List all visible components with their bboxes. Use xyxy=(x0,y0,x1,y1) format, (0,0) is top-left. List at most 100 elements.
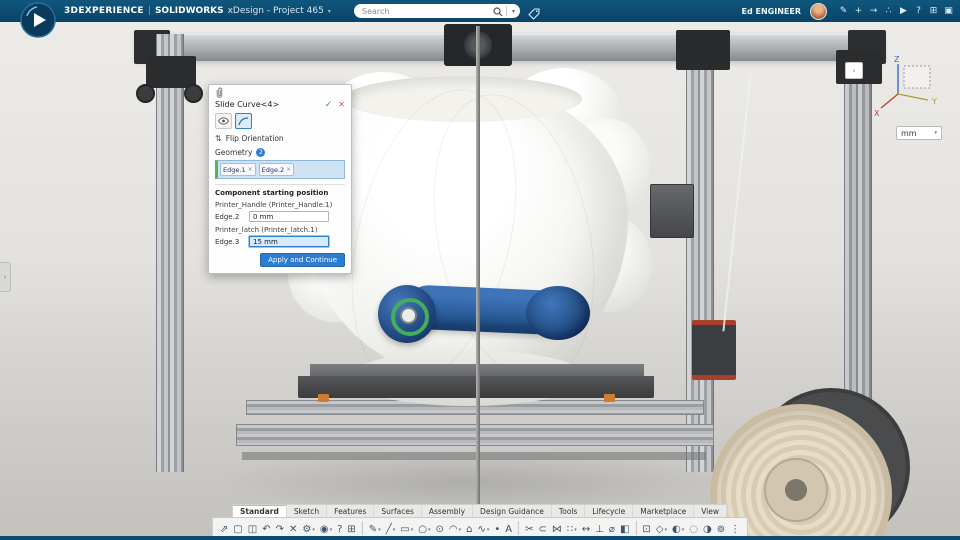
flip-icon[interactable]: ⇅ xyxy=(215,134,222,143)
geometry-selection-box[interactable]: Edge.1× Edge.2× xyxy=(215,160,345,179)
view-orientation-icon[interactable]: ◇▾ xyxy=(654,519,669,537)
flip-orientation-label[interactable]: Flip Orientation xyxy=(226,134,284,143)
brand-separator: | xyxy=(148,6,151,16)
export-icon[interactable]: → xyxy=(866,0,881,22)
apps-grid-icon[interactable]: ⊞ xyxy=(926,0,941,22)
shaded-view-icon[interactable]: ◐▾ xyxy=(670,519,686,537)
show-hide-icon[interactable] xyxy=(215,113,232,129)
roller-wheel xyxy=(184,84,203,103)
paperclip-icon[interactable] xyxy=(215,87,224,100)
units-caret-icon: ▾ xyxy=(934,130,937,136)
section-title: Component starting position xyxy=(215,189,345,197)
selection-chip-edge2[interactable]: Edge.2× xyxy=(259,163,295,176)
offset-icon[interactable]: ⊂ xyxy=(537,519,549,537)
new-document-icon[interactable]: ▢ xyxy=(231,519,244,537)
spline-icon[interactable]: ∿▾ xyxy=(475,519,491,537)
redo-icon[interactable]: ↷ xyxy=(274,519,286,537)
snapshot-icon[interactable]: ⊚ xyxy=(715,519,727,537)
apply-and-continue-button[interactable]: Apply and Continue xyxy=(260,253,345,267)
user-avatar[interactable] xyxy=(810,3,827,20)
share-icon[interactable]: ∴ xyxy=(881,0,896,22)
selection-chip-edge1[interactable]: Edge.1× xyxy=(220,163,256,176)
rectangle-icon[interactable]: ▭▾ xyxy=(398,519,415,537)
compass-icon[interactable] xyxy=(20,2,56,38)
help-icon[interactable]: ? xyxy=(911,0,926,22)
add-icon[interactable]: + xyxy=(851,0,866,22)
geometry-row: Geometry 2 xyxy=(215,146,345,159)
undo-icon[interactable]: ↶ xyxy=(260,519,272,537)
help-tool-icon[interactable]: ? xyxy=(335,519,344,537)
extruder-motor xyxy=(692,320,736,380)
plate-clip xyxy=(604,394,615,402)
table-icon[interactable]: ⊞ xyxy=(345,519,357,537)
trim-icon[interactable]: ✂ xyxy=(523,519,535,537)
more-tools-icon[interactable]: ⋮ xyxy=(728,519,742,537)
topbar-right-cluster: Ed ENGINEER ✎+→∴▶?⊞▣ xyxy=(742,0,956,22)
panel-collapse-button[interactable]: ‹ xyxy=(845,62,863,79)
spool-hub xyxy=(764,458,828,522)
search-icon[interactable] xyxy=(493,2,503,21)
constraint-icon[interactable]: ⊥ xyxy=(593,519,606,537)
save-icon[interactable]: ◫ xyxy=(246,519,259,537)
arc-icon[interactable]: ◠▾ xyxy=(447,519,463,537)
mirror-icon[interactable]: ⋈ xyxy=(550,519,564,537)
settings-icon[interactable]: ⚙▾ xyxy=(300,519,316,537)
toolbar-separator xyxy=(362,521,363,535)
edge2-distance-input[interactable] xyxy=(249,211,329,222)
export-tool-icon[interactable]: ⇗ xyxy=(218,519,230,537)
handle-end-boss xyxy=(526,286,590,340)
zoom-fit-icon[interactable]: ⊡ xyxy=(640,519,652,537)
ellipse-icon[interactable]: ⊙ xyxy=(433,519,445,537)
confirm-button[interactable]: ✓ xyxy=(325,100,333,110)
edge2-label: Edge.2 xyxy=(215,213,245,221)
workspace-caret-icon[interactable]: ▾ xyxy=(328,8,331,15)
search-input[interactable]: Search xyxy=(354,7,493,16)
pattern-icon[interactable]: ∷▾ xyxy=(565,519,579,537)
line-icon[interactable]: ╱▾ xyxy=(384,519,398,537)
lead-screw-rod xyxy=(476,26,480,524)
view-triad[interactable]: Z X Y xyxy=(872,54,948,124)
geometry-count-badge: 2 xyxy=(256,148,265,157)
user-name[interactable]: Ed ENGINEER xyxy=(742,7,801,16)
brand-name: 3DEXPERIENCE xyxy=(64,6,144,16)
remove-chip-icon[interactable]: × xyxy=(286,166,291,173)
appearance-icon[interactable]: ◑ xyxy=(701,519,714,537)
measure-icon[interactable]: ⌀ xyxy=(607,519,617,537)
dialog-pin-row xyxy=(215,88,345,98)
brand-block[interactable]: 3DEXPERIENCE | SOLIDWORKS xDesign - Proj… xyxy=(64,0,331,22)
point-icon[interactable]: • xyxy=(492,519,502,537)
search-scope-caret-icon[interactable]: ▾ xyxy=(510,8,520,15)
play-media-icon[interactable]: ▶ xyxy=(896,0,911,22)
section-icon[interactable]: ◧ xyxy=(618,519,631,537)
remove-chip-icon[interactable]: × xyxy=(248,166,253,173)
polygon-icon[interactable]: ⌂ xyxy=(464,519,474,537)
flip-orientation-row[interactable]: ⇅ Flip Orientation xyxy=(215,132,345,145)
annotate-icon[interactable]: ✎ xyxy=(836,0,851,22)
left-flyout-handle[interactable]: › xyxy=(0,262,11,292)
app-name: SOLIDWORKS xyxy=(155,6,224,16)
text-icon[interactable]: A xyxy=(503,519,514,537)
sketch-icon[interactable]: ✎▾ xyxy=(367,519,383,537)
left-corner-bracket xyxy=(146,56,196,88)
wireframe-icon[interactable]: ◌ xyxy=(687,519,700,537)
edge3-field-row: Edge.3 xyxy=(215,236,345,247)
delete-icon[interactable]: ✕ xyxy=(287,519,299,537)
stepper-motor xyxy=(650,184,694,238)
workspace-title[interactable]: xDesign - Project 465 xyxy=(228,6,324,16)
cancel-button[interactable]: ✕ xyxy=(338,100,345,109)
display-icon[interactable]: ◉▾ xyxy=(318,519,334,537)
circle-icon[interactable]: ○▾ xyxy=(416,519,432,537)
topbar-icon-group: ✎+→∴▶?⊞▣ xyxy=(836,0,956,22)
component-name-2: Printer_latch (Printer_latch.1) xyxy=(215,226,345,234)
frame-left-column xyxy=(156,34,184,472)
3d-viewport[interactable] xyxy=(0,22,960,536)
edge3-distance-input[interactable] xyxy=(249,236,329,247)
base-rail-lower xyxy=(236,424,714,446)
window-layout-icon[interactable]: ▣ xyxy=(941,0,956,22)
curve-mode-icon[interactable] xyxy=(235,113,252,129)
tag-icon[interactable] xyxy=(528,5,540,24)
dimension-icon[interactable]: ↔ xyxy=(580,519,592,537)
slide-curve-dialog: Slide Curve<4> ✓ ✕ ⇅ Flip Orientation Ge… xyxy=(208,84,352,274)
search-bar[interactable]: Search ▾ xyxy=(354,4,520,18)
units-dropdown[interactable]: mm ▾ xyxy=(896,126,942,140)
